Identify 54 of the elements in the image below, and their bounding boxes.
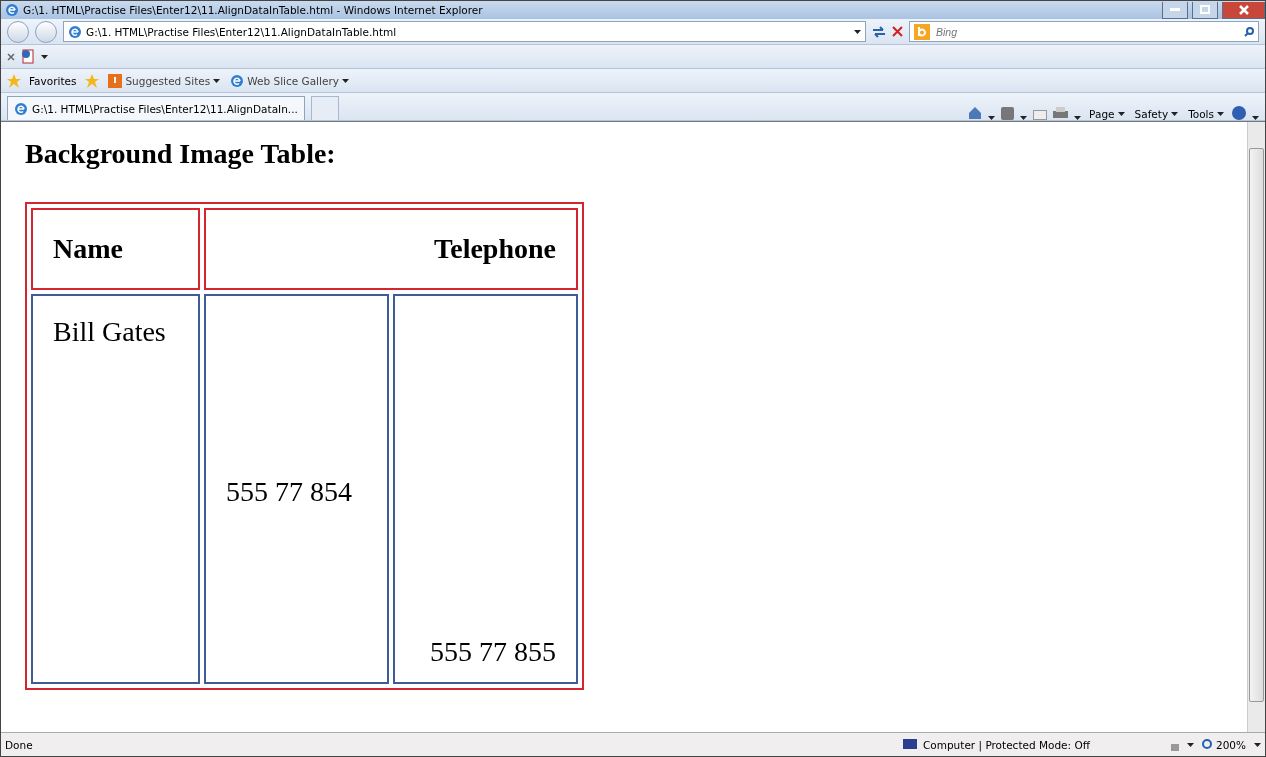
- status-text: Done: [5, 738, 34, 751]
- globe-e-icon: [5, 3, 19, 17]
- restore-icon: [1200, 5, 1210, 14]
- caret-icon: [1254, 742, 1261, 747]
- mail-icon[interactable]: [1033, 110, 1048, 120]
- monitor-icon: [902, 738, 917, 751]
- table-header-cell: Telephone: [204, 208, 578, 290]
- table-cell: 555 77 854: [204, 294, 389, 684]
- caret-icon: [41, 54, 48, 59]
- caret-icon: [1217, 112, 1224, 116]
- close-button[interactable]: [1222, 1, 1265, 19]
- zoom-button[interactable]: 200%: [1199, 738, 1248, 751]
- star-icon: [7, 73, 21, 88]
- browser-tab[interactable]: G:\1. HTML\Practise Files\Enter12\11.AlignDataIn...: [7, 96, 305, 120]
- table-cell: Bill Gates: [31, 294, 200, 684]
- back-button[interactable]: [7, 20, 29, 43]
- caret-icon: [1186, 742, 1194, 747]
- globe-e-icon: [14, 101, 28, 116]
- restore-button[interactable]: [1192, 1, 1218, 19]
- zoom-icon: [1201, 739, 1213, 750]
- security-zone-text: Computer | Protected Mode: Off: [922, 738, 1091, 751]
- close-icon[interactable]: [7, 52, 15, 61]
- favorites-button[interactable]: Favorites: [27, 74, 79, 87]
- forward-button[interactable]: [35, 20, 57, 43]
- scrollbar[interactable]: [1247, 122, 1265, 732]
- caret-icon: [1117, 112, 1125, 116]
- close-icon: [1238, 4, 1249, 15]
- address-field[interactable]: G:\1. HTML\Practise Files\Enter12\11.AlignDataInTable.html: [63, 21, 866, 42]
- refresh-icon[interactable]: [872, 25, 886, 38]
- search-box[interactable]: Bing: [909, 21, 1259, 42]
- globe-e-icon: [230, 73, 245, 88]
- search-icon[interactable]: [1244, 26, 1254, 37]
- search-provider-icon: [914, 23, 930, 40]
- table-header-cell: Name: [31, 208, 200, 290]
- search-field[interactable]: Bing: [934, 24, 1240, 39]
- printer-icon[interactable]: [1053, 107, 1069, 120]
- favorites-link[interactable]: Web Slice Gallery: [228, 73, 351, 88]
- caret-icon: [1171, 112, 1179, 116]
- minimize-icon: [1170, 8, 1180, 11]
- menu-button[interactable]: Safety: [1132, 108, 1181, 120]
- menu-button[interactable]: Page: [1087, 108, 1127, 120]
- menu-button[interactable]: Tools: [1186, 108, 1226, 120]
- document-icon[interactable]: [21, 49, 35, 64]
- stop-icon[interactable]: [892, 26, 903, 37]
- window-title: G:\1. HTML\Practise Files\Enter12\11.AlignDataInTable.html - Windows Internet Explorer: [23, 4, 484, 16]
- caret-icon: [341, 78, 349, 83]
- caret-icon: [213, 78, 221, 83]
- site-icon: [108, 73, 123, 88]
- favorites-link[interactable]: Suggested Sites: [106, 73, 223, 88]
- table-cell: 555 77 855: [393, 294, 578, 684]
- globe-e-icon: [68, 24, 82, 39]
- page-heading: Background Image Table:: [25, 138, 336, 170]
- minimize-button[interactable]: [1162, 1, 1188, 19]
- dropdown-caret-icon: [854, 29, 861, 34]
